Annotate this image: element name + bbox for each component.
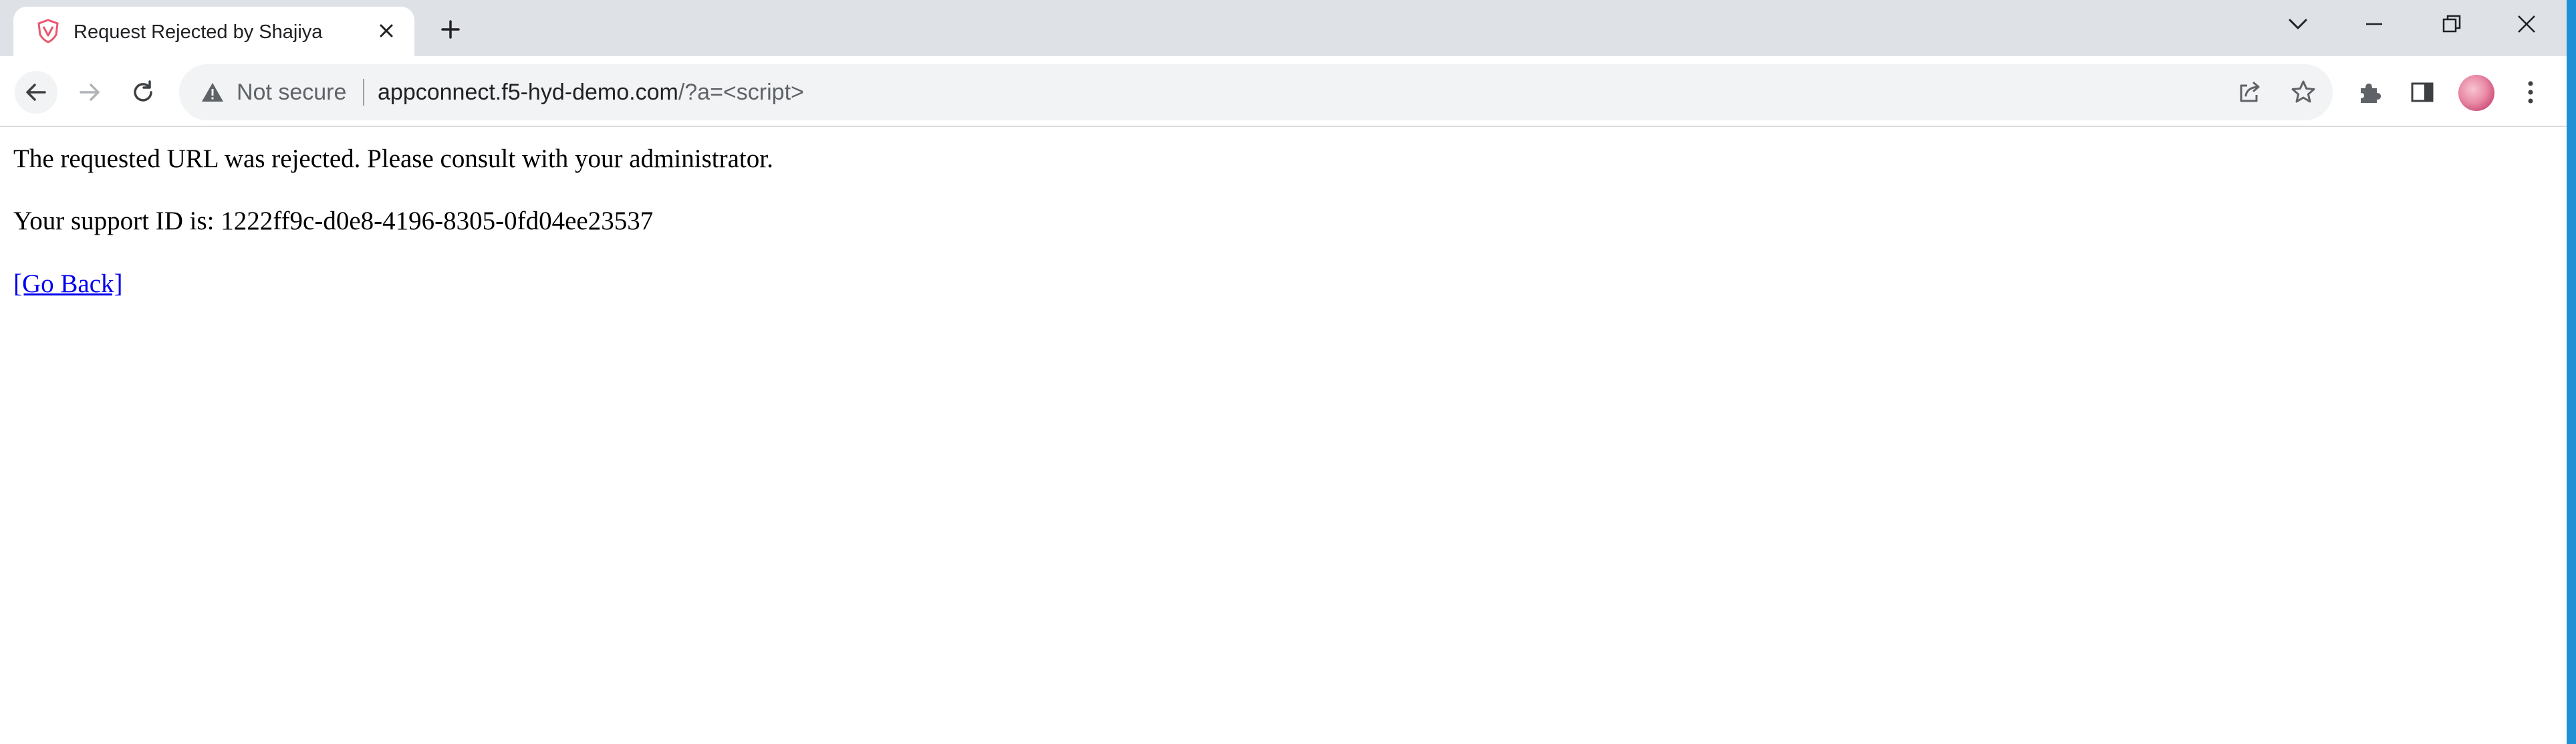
go-back-line: [Go Back] <box>13 268 123 300</box>
chevron-down-icon[interactable] <box>2277 7 2319 41</box>
omnibox-separator <box>363 79 364 106</box>
support-id-text: Your support ID is: 1222ff9c-d0e8-4196-8… <box>13 207 654 235</box>
browser-tab[interactable]: Request Rejected by Shajiya <box>13 7 414 56</box>
taskbar-edge <box>2567 0 2576 744</box>
arrow-left-icon <box>24 80 48 104</box>
shield-icon <box>35 17 61 44</box>
side-panel-icon[interactable] <box>2405 75 2440 110</box>
rejection-message: The requested URL was rejected. Please c… <box>13 144 773 173</box>
puzzle-icon[interactable] <box>2351 75 2386 110</box>
reload-button[interactable] <box>122 71 164 114</box>
star-icon[interactable] <box>2287 76 2319 108</box>
kebab-menu-icon[interactable] <box>2513 75 2548 110</box>
reload-icon <box>130 80 156 105</box>
url-path: /?a=<script> <box>678 80 804 105</box>
page-content: The requested URL was rejected. Please c… <box>0 128 2567 744</box>
tab-title: Request Rejected by Shajiya <box>74 21 323 43</box>
address-bar[interactable]: Not secure appconnect.f5-hyd-demo.com/?a… <box>179 64 2333 120</box>
url-host: appconnect.f5-hyd-demo.com <box>378 80 678 105</box>
new-tab-button[interactable] <box>433 12 468 47</box>
tab-strip: Request Rejected by Shajiya <box>0 0 2576 56</box>
browser-toolbar: Not secure appconnect.f5-hyd-demo.com/?a… <box>0 56 2576 127</box>
arrow-right-icon <box>78 80 102 104</box>
back-button[interactable] <box>15 71 57 114</box>
close-tab-icon[interactable] <box>373 17 400 44</box>
url-text[interactable]: appconnect.f5-hyd-demo.com/?a=<script> <box>378 79 804 106</box>
close-icon[interactable] <box>2505 7 2548 41</box>
warning-icon[interactable] <box>199 79 226 106</box>
forward-button[interactable] <box>68 71 111 114</box>
security-label[interactable]: Not secure <box>237 79 346 106</box>
restore-icon[interactable] <box>2430 7 2473 41</box>
minimize-icon[interactable] <box>2353 7 2396 41</box>
share-icon[interactable] <box>2234 76 2266 108</box>
avatar[interactable] <box>2458 75 2494 111</box>
go-back-link[interactable]: [Go Back] <box>13 269 123 298</box>
